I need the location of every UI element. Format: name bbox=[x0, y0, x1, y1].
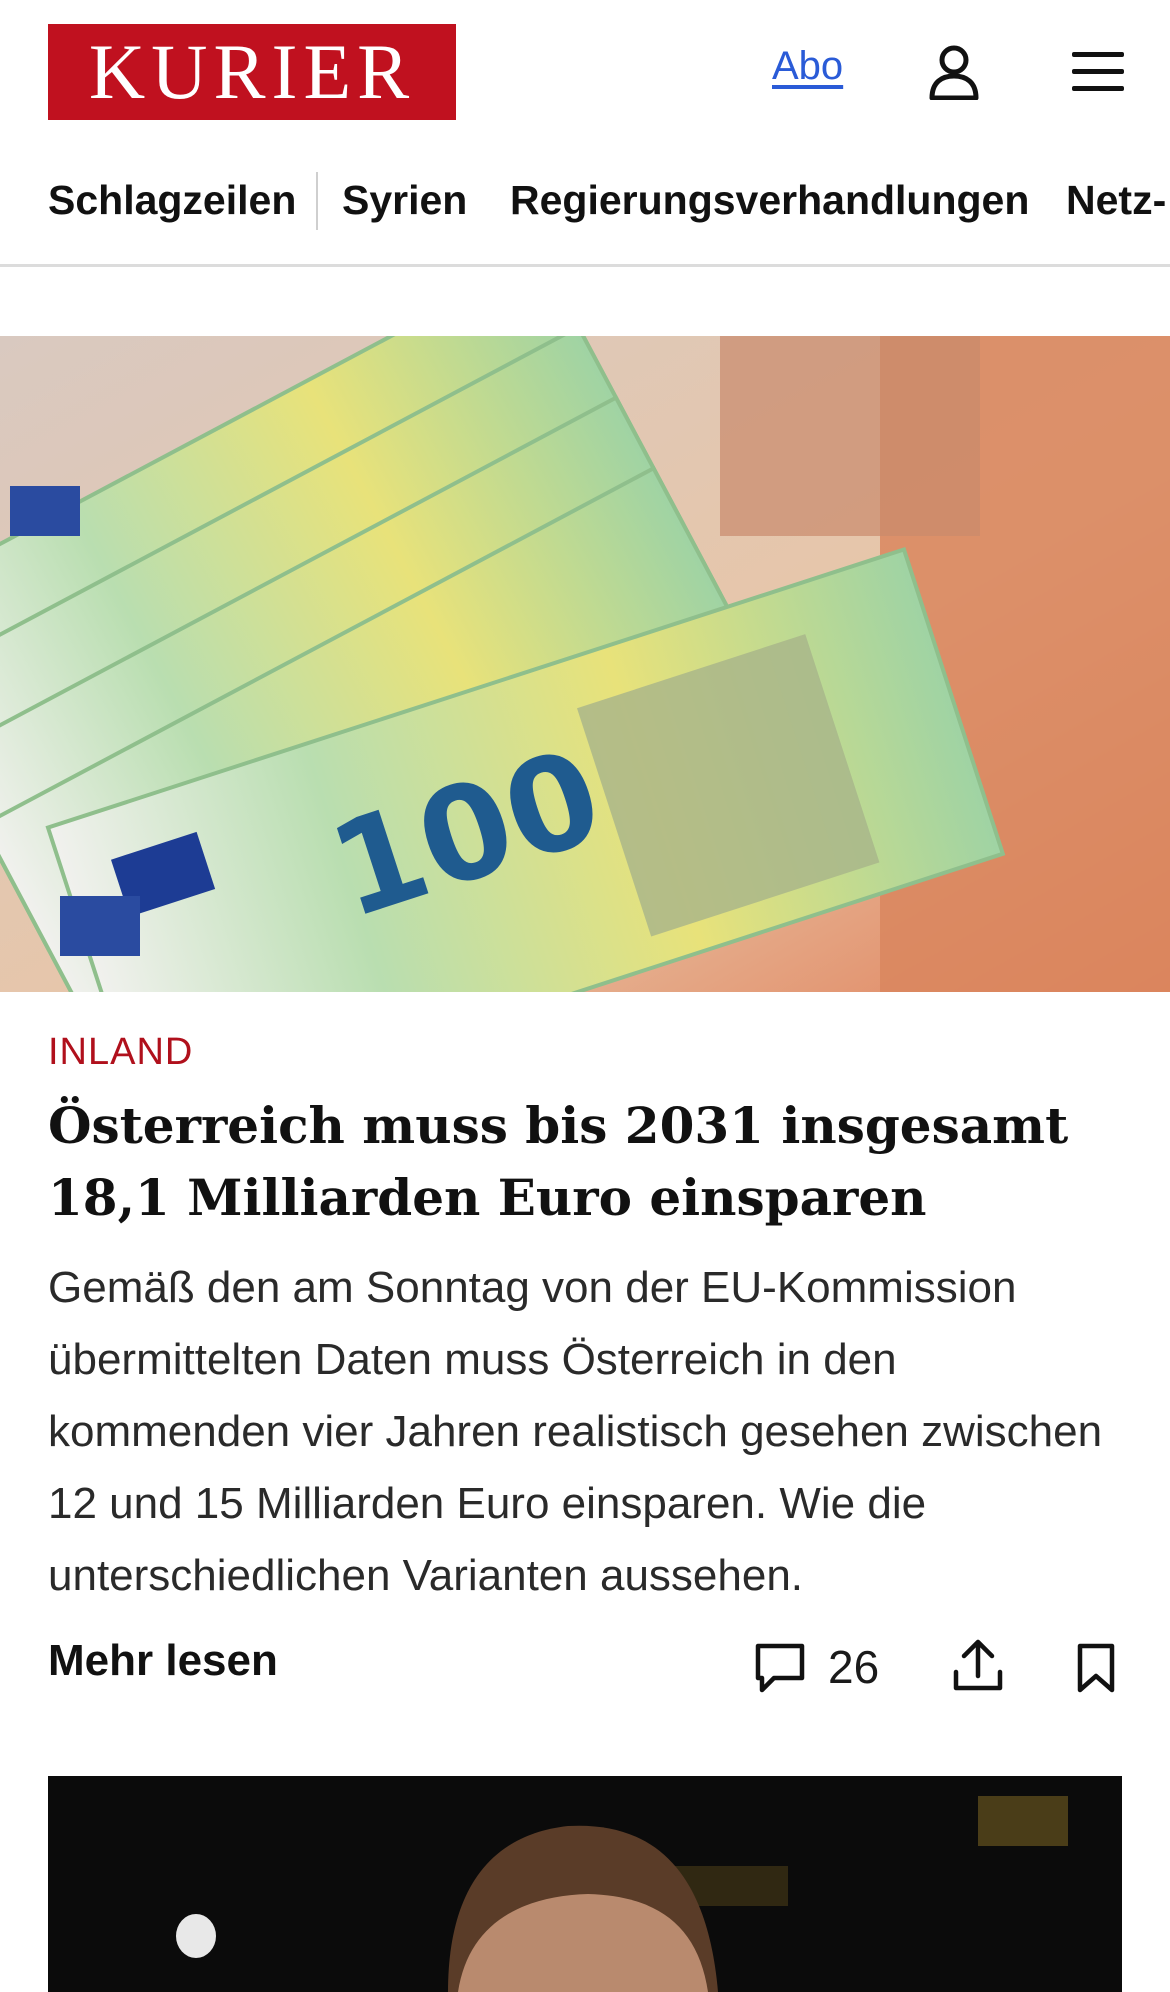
nav-item-schlagzeilen[interactable]: Schlagzeilen bbox=[48, 180, 296, 221]
site-header: KURIER Abo bbox=[0, 0, 1170, 145]
share-icon[interactable] bbox=[950, 1636, 1006, 1694]
logo-text: KURIER bbox=[88, 28, 416, 115]
nav-divider bbox=[316, 172, 318, 230]
nav-item-regierungsverhandlungen[interactable]: Regierungsverhandlungen bbox=[510, 180, 1029, 221]
article-category[interactable]: INLAND bbox=[48, 1031, 193, 1074]
bookmark-icon[interactable] bbox=[1074, 1642, 1118, 1694]
abo-link[interactable]: Abo bbox=[772, 44, 843, 89]
comment-icon[interactable] bbox=[752, 1640, 808, 1696]
user-icon[interactable] bbox=[928, 44, 980, 101]
nav-item-syrien[interactable]: Syrien bbox=[342, 180, 467, 221]
article-image-person-portrait[interactable] bbox=[48, 1776, 1122, 1992]
kurier-logo[interactable]: KURIER bbox=[48, 24, 456, 120]
hamburger-menu-icon[interactable] bbox=[1070, 48, 1126, 96]
comment-count[interactable]: 26 bbox=[828, 1640, 879, 1694]
article-teaser: Gemäß den am Sonntag von der EU-Kommissi… bbox=[48, 1263, 1103, 1600]
read-more-link[interactable]: Mehr lesen bbox=[48, 1636, 278, 1686]
topic-nav: Schlagzeilen Syrien Regierungsverhandlun… bbox=[0, 160, 1170, 267]
article-headline[interactable]: Österreich muss bis 2031 insgesamt 18,1 … bbox=[48, 1090, 1128, 1234]
nav-item-netz[interactable]: Netz- bbox=[1066, 180, 1166, 221]
article-image-euro-banknotes[interactable]: 100 bbox=[0, 336, 1170, 992]
